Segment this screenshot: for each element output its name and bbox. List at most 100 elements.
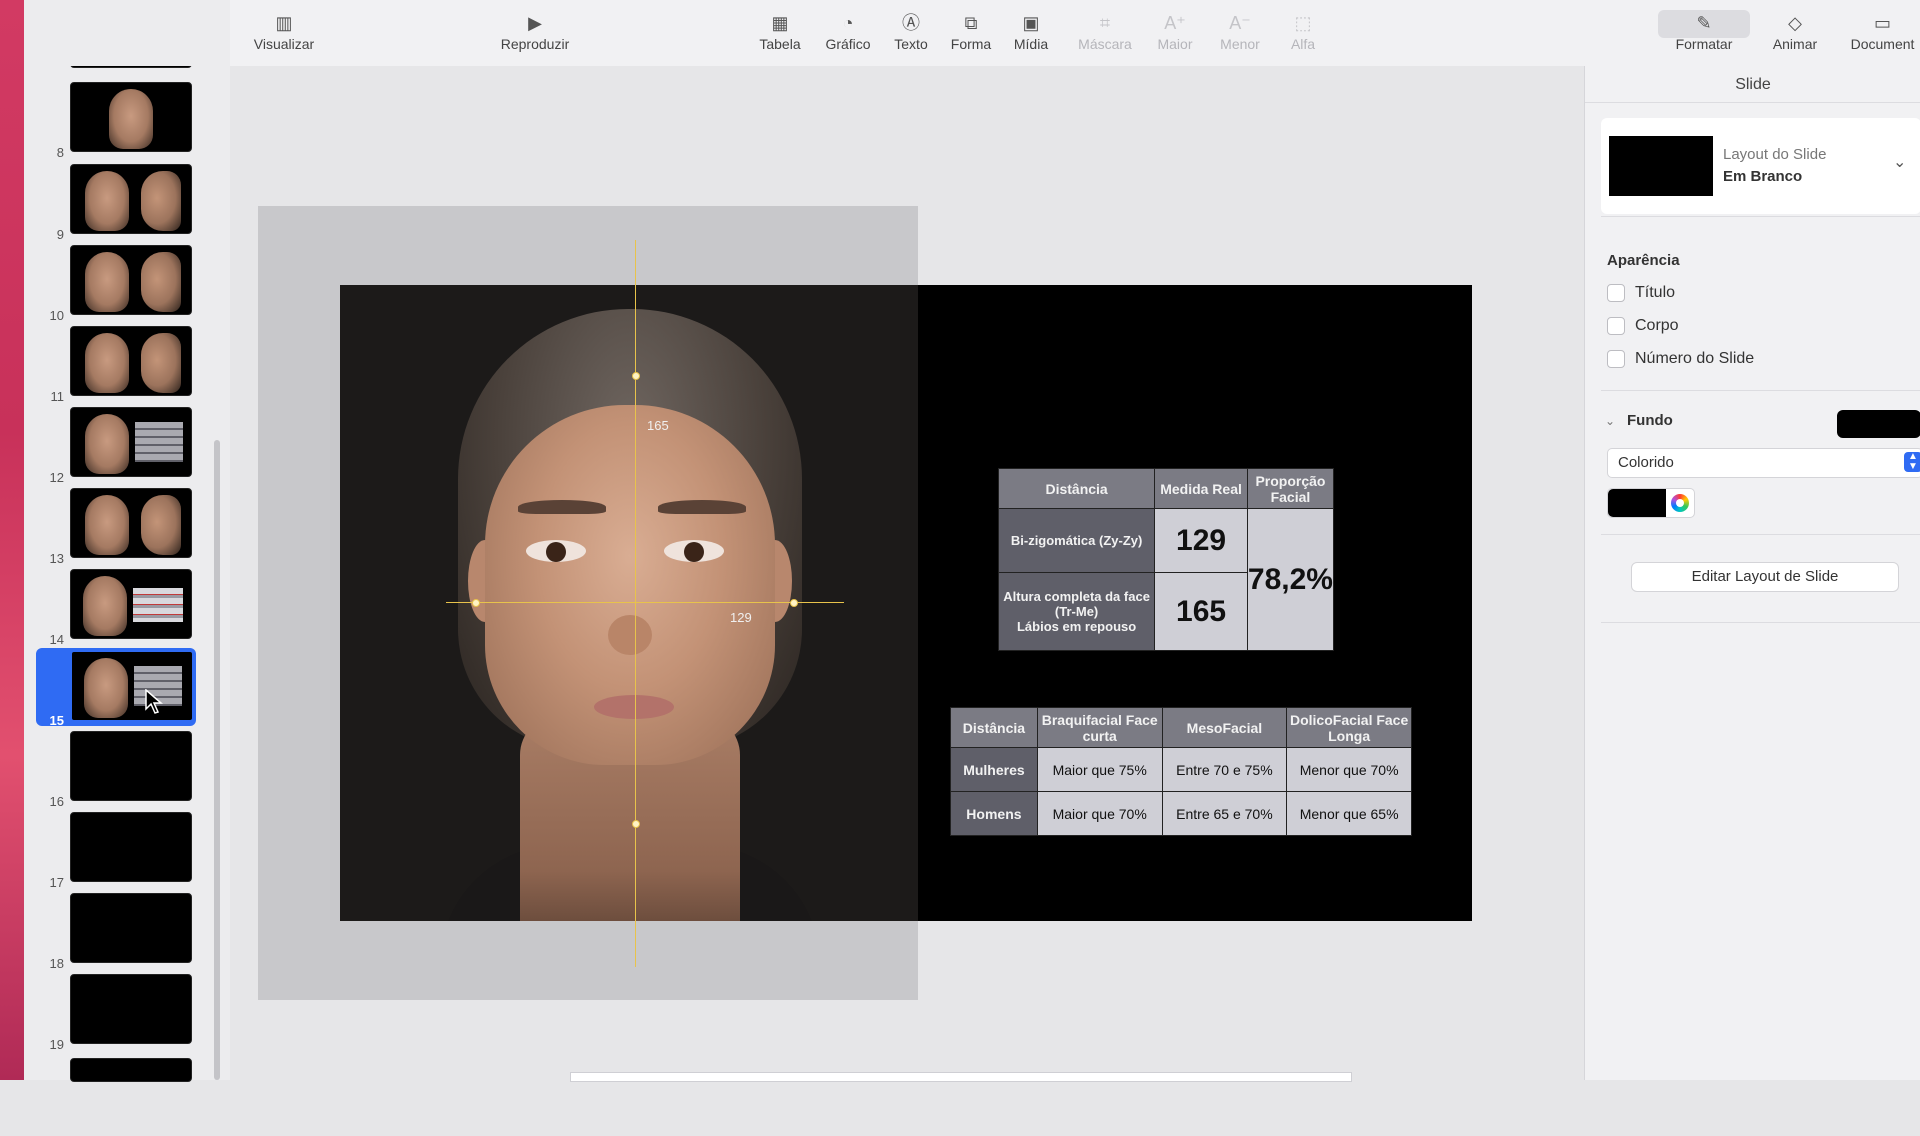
slide-thumb-16[interactable]: 16 — [24, 731, 230, 809]
edit-slide-layout-button[interactable]: Editar Layout de Slide — [1631, 562, 1899, 592]
value-bizygomatic: 129 — [1154, 508, 1248, 573]
table-button[interactable]: ▦ Tabela — [750, 10, 810, 52]
slide-navigator[interactable]: 8 9 10 11 12 13 14 15 16 17 18 19 — [24, 0, 231, 1082]
measure-handle[interactable] — [790, 599, 798, 607]
inspector-title: Slide — [1735, 76, 1771, 93]
face-height-line2: (Tr-Me) — [1054, 604, 1099, 619]
measure-handle[interactable] — [632, 820, 640, 828]
navigator-header — [24, 0, 230, 66]
slide-number: 14 — [49, 632, 64, 647]
table-header: Distância — [997, 468, 1156, 509]
row-label-face-height: Altura completa da face (Tr-Me) Lábios e… — [997, 572, 1156, 651]
slide-thumb-17[interactable]: 17 — [24, 812, 230, 890]
navigator-scrollbar[interactable] — [214, 440, 220, 1080]
body-checkbox[interactable] — [1607, 317, 1625, 335]
measure-handle[interactable] — [472, 599, 480, 607]
row-label: Mulheres — [950, 747, 1038, 792]
smaller-button[interactable]: A⁻ Menor — [1212, 10, 1268, 52]
slide-thumb-20[interactable] — [24, 1058, 230, 1136]
slide-thumb-19[interactable]: 19 — [24, 974, 230, 1052]
slide-number: 11 — [50, 389, 65, 404]
table-header: Proporção Facial — [1246, 468, 1335, 509]
slide-number-checkbox-label: Número do Slide — [1635, 350, 1755, 368]
slide-number-checkbox[interactable] — [1607, 350, 1625, 368]
alpha-label: Alfa — [1290, 36, 1316, 52]
slide-number: 19 — [49, 1037, 64, 1052]
fill-type-select[interactable]: Colorido ▲ ▼ — [1607, 448, 1920, 478]
chevron-down-icon[interactable]: ⌄ — [1893, 152, 1906, 172]
color-well[interactable] — [1607, 488, 1695, 518]
horizontal-measure-line[interactable] — [446, 602, 844, 603]
vertical-measure-line[interactable] — [635, 240, 636, 967]
chart-icon: ◔ — [842, 13, 854, 33]
document-label: Document — [1850, 36, 1915, 52]
slide-thumb-11[interactable]: 11 — [24, 326, 230, 404]
document-button[interactable]: ▭ Document — [1845, 10, 1920, 52]
play-button[interactable]: ▶ Reproduzir — [490, 10, 580, 52]
title-checkbox[interactable] — [1607, 284, 1625, 302]
format-inspector: Slide Layout do Slide Em Branco ⌄ Aparên… — [1584, 66, 1920, 1080]
animate-button[interactable]: ◇ Animar — [1760, 10, 1830, 52]
color-wheel-icon[interactable] — [1671, 494, 1689, 512]
mouse-cursor-icon — [145, 689, 163, 714]
title-checkbox-row[interactable]: Título — [1607, 284, 1675, 302]
disclosure-chevron-icon[interactable]: ⌄ — [1605, 414, 1615, 428]
toolbar: ▥ Visualizar ▶ Reproduzir ▦ Tabela ◔ Grá… — [230, 0, 1920, 67]
format-button[interactable]: ✎ Formatar — [1658, 10, 1750, 52]
view-button[interactable]: ▥ Visualizar — [244, 10, 324, 52]
slide-number: 18 — [49, 956, 64, 971]
media-button[interactable]: ▣ Mídia — [1006, 10, 1056, 52]
mask-button[interactable]: ⌗ Máscara — [1070, 10, 1140, 52]
slide-thumb-10[interactable]: 10 — [24, 245, 230, 323]
background-color-swatch[interactable] — [1837, 410, 1920, 438]
table-header: DolicoFacial Face Longa — [1286, 707, 1412, 748]
table-icon: ▦ — [771, 13, 789, 33]
table-cell: Entre 65 e 70% — [1161, 791, 1288, 836]
diamond-icon: ◇ — [1788, 13, 1802, 33]
text-button[interactable]: Ⓐ Texto — [886, 10, 936, 52]
media-label: Mídia — [1013, 36, 1049, 52]
text-label: Texto — [894, 36, 928, 52]
slide-number: 10 — [49, 308, 64, 323]
table-label: Tabela — [759, 36, 801, 52]
slide-thumb-13[interactable]: 13 — [24, 488, 230, 566]
slide-layout-picker[interactable]: Layout do Slide Em Branco ⌄ — [1601, 118, 1920, 214]
chart-button[interactable]: ◔ Gráfico — [818, 10, 878, 52]
mask-label: Máscara — [1078, 36, 1132, 52]
chart-label: Gráfico — [825, 36, 871, 52]
slide-thumb-18[interactable]: 18 — [24, 893, 230, 971]
slide-thumb-14[interactable]: 14 — [24, 569, 230, 647]
slide-number: 17 — [49, 875, 64, 890]
slide-number: 15 — [49, 713, 64, 728]
alpha-icon: ⬚ — [1294, 13, 1312, 33]
layout-value: Em Branco — [1723, 168, 1803, 185]
color-well-swatch[interactable] — [1608, 489, 1666, 517]
body-checkbox-row[interactable]: Corpo — [1607, 317, 1679, 335]
face-height-line3: Lábios em repouso — [1016, 619, 1137, 634]
layout-thumbnail — [1609, 136, 1713, 196]
slide-thumb-8[interactable]: 8 — [24, 82, 230, 160]
slide-thumb-9[interactable]: 9 — [24, 164, 230, 242]
select-stepper-icon: ▲ ▼ — [1904, 452, 1920, 472]
alpha-button[interactable]: ⬚ Alfa — [1278, 10, 1328, 52]
facial-proportion-value: 78,2% — [1246, 508, 1335, 651]
font-bigger-icon: A⁺ — [1164, 13, 1186, 33]
slide-thumb-12[interactable]: 12 — [24, 407, 230, 485]
measurement-table[interactable]: Distância Medida Real Proporção Facial B… — [997, 468, 1335, 651]
facial-type-table[interactable]: Distância Braquifacial Face curta MesoFa… — [950, 707, 1412, 836]
slide-thumb-15[interactable]: 15 — [24, 650, 230, 728]
crop-icon: ⌗ — [1099, 13, 1111, 33]
shape-button[interactable]: ⧉ Forma — [946, 10, 996, 52]
value-face-height: 165 — [1154, 572, 1248, 651]
horizontal-measure-label: 129 — [730, 610, 752, 625]
view-label: Visualizar — [253, 36, 315, 52]
format-label: Formatar — [1675, 36, 1733, 52]
slide[interactable]: Distância Medida Real Proporção Facial B… — [340, 285, 1472, 921]
slide-number-checkbox-row[interactable]: Número do Slide — [1607, 350, 1754, 368]
table-cell: Menor que 70% — [1286, 747, 1412, 792]
smaller-label: Menor — [1220, 36, 1260, 52]
bottom-panel-edge — [570, 1072, 1352, 1082]
bigger-button[interactable]: A⁺ Maior — [1150, 10, 1200, 52]
fill-type-value: Colorido — [1618, 454, 1674, 471]
measure-handle[interactable] — [632, 372, 640, 380]
